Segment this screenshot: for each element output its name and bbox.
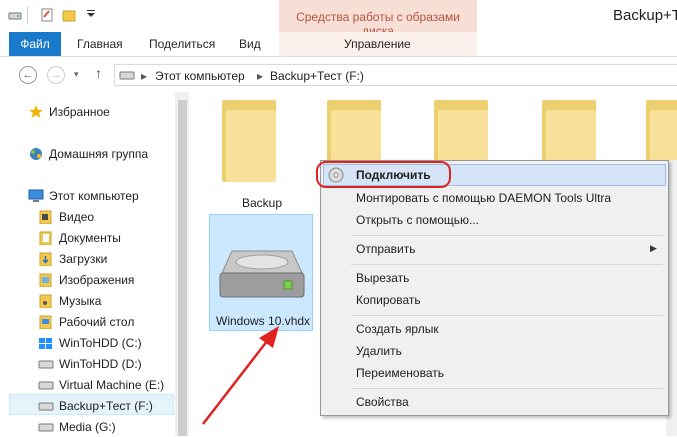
sidebar-item-pictures[interactable]: Изображения	[59, 270, 134, 290]
sidebar-scrollbar-thumb[interactable]	[178, 100, 187, 436]
sidebar-item-music[interactable]: Музыка	[59, 291, 101, 311]
tab-file[interactable]: Файл	[9, 32, 61, 56]
menu-separator	[351, 315, 663, 316]
drive-icon	[38, 399, 54, 413]
menu-item-properties[interactable]: Свойства	[356, 395, 409, 409]
folder-label[interactable]: Backup	[242, 196, 282, 210]
navigation-pane: Избранное Домашняя группа Этот компьютер…	[0, 92, 190, 436]
annotation-arrow	[202, 326, 279, 425]
windows-drive-icon	[38, 336, 54, 350]
recent-chevron-icon[interactable]: ▾	[74, 69, 79, 80]
annotation-highlight-oval	[316, 161, 451, 188]
breadcrumb-this-pc[interactable]: Этот компьютер	[155, 69, 245, 83]
drive-icon	[38, 378, 54, 392]
chevron-down-icon[interactable]	[84, 8, 98, 22]
virtual-disk-icon	[214, 245, 308, 310]
sidebar-item-drive-c[interactable]: WinToHDD (C:)	[59, 333, 142, 353]
new-folder-icon[interactable]	[62, 8, 76, 22]
sidebar-item-desktop[interactable]: Рабочий стол	[59, 312, 134, 332]
navigation-bar: ← → ▾ ↑ ▸ Этот компьютер ▸ Backup+Тест (…	[0, 57, 677, 91]
folder-icon[interactable]	[222, 100, 276, 182]
documents-folder-icon	[38, 231, 54, 246]
menu-item-send-to[interactable]: Отправить	[356, 242, 416, 256]
menu-separator	[351, 264, 663, 265]
menu-item-mount-daemon[interactable]: Монтировать с помощью DAEMON Tools Ultra	[356, 191, 611, 205]
context-menu: Подключить Монтировать с помощью DAEMON …	[320, 160, 669, 416]
star-icon	[28, 105, 44, 119]
submenu-arrow-icon: ▶	[650, 243, 657, 253]
menu-separator	[351, 235, 663, 236]
sidebar-item-this-pc[interactable]: Этот компьютер	[49, 186, 139, 206]
sidebar-item-favorites[interactable]: Избранное	[49, 102, 110, 122]
homegroup-icon	[28, 147, 44, 161]
breadcrumb-separator: ▸	[141, 69, 148, 83]
breadcrumb-drive-f[interactable]: Backup+Тест (F:)	[270, 69, 364, 83]
tab-manage[interactable]: Управление	[344, 32, 411, 56]
menu-item-cut[interactable]: Вырезать	[356, 271, 409, 285]
tab-home[interactable]: Главная	[77, 32, 123, 56]
sidebar-item-drive-d[interactable]: WinToHDD (D:)	[59, 354, 142, 374]
menu-item-rename[interactable]: Переименовать	[356, 366, 444, 380]
menu-item-copy[interactable]: Копировать	[356, 293, 421, 307]
breadcrumb-separator: ▸	[257, 69, 264, 83]
drive-icon	[38, 357, 54, 371]
sidebar-item-homegroup[interactable]: Домашняя группа	[49, 144, 148, 164]
menu-item-delete[interactable]: Удалить	[356, 344, 402, 358]
window-title: Backup+T	[613, 7, 677, 24]
sidebar-item-drive-g[interactable]: Media (G:)	[59, 417, 116, 437]
properties-icon[interactable]	[40, 8, 54, 22]
ribbon-tabs: Файл Главная Поделиться Вид Управление	[0, 32, 677, 57]
music-folder-icon	[38, 294, 54, 309]
desktop-folder-icon	[38, 315, 54, 330]
drive-icon	[38, 420, 54, 434]
sidebar-item-drive-f[interactable]: Backup+Тест (F:)	[59, 396, 153, 416]
sidebar-item-video[interactable]: Видео	[59, 207, 94, 227]
back-button[interactable]: ←	[19, 66, 37, 84]
tab-view[interactable]: Вид	[239, 32, 261, 56]
computer-icon	[28, 189, 44, 203]
menu-item-open-with[interactable]: Открыть с помощью...	[356, 213, 479, 227]
address-bar[interactable]: ▸ Этот компьютер ▸ Backup+Тест (F:)	[114, 64, 677, 86]
sidebar-item-documents[interactable]: Документы	[59, 228, 121, 248]
title-bar: Средства работы с образами диска Backup+…	[0, 0, 677, 38]
pictures-folder-icon	[38, 273, 54, 288]
sidebar-item-downloads[interactable]: Загрузки	[59, 249, 107, 269]
forward-button[interactable]: →	[47, 66, 65, 84]
menu-separator	[351, 388, 663, 389]
video-folder-icon	[38, 210, 54, 225]
downloads-folder-icon	[38, 252, 54, 267]
vhdx-file-item[interactable]: Windows 10.vhdx	[209, 214, 313, 331]
menu-item-create-shortcut[interactable]: Создать ярлык	[356, 322, 439, 336]
up-arrow-icon[interactable]: ↑	[95, 65, 102, 81]
toolbar-separator	[27, 6, 28, 24]
drive-icon	[8, 8, 22, 22]
drive-icon	[119, 69, 135, 84]
context-tools-header: Средства работы с образами диска	[279, 0, 477, 38]
sidebar-item-drive-e[interactable]: Virtual Machine (E:)	[59, 375, 164, 395]
tab-share[interactable]: Поделиться	[149, 32, 215, 56]
